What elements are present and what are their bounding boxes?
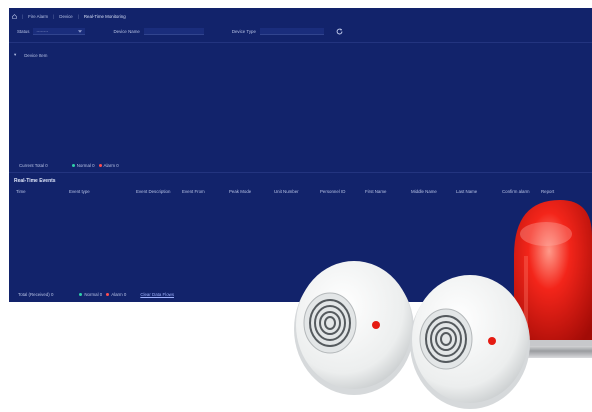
divider xyxy=(9,172,592,173)
normal-status-dot xyxy=(79,293,83,296)
device-panel-title: Device Item xyxy=(24,52,48,58)
device-panel-footer: Current Total 0 Normal 0 Alarm 0 xyxy=(19,163,119,168)
column-header-unit-number[interactable]: Unit Number xyxy=(274,189,299,194)
device-panel-header: ▾ Device Item xyxy=(14,52,47,58)
device-total-label: Current Total 0 xyxy=(19,163,48,168)
device-name-input[interactable] xyxy=(143,28,204,35)
column-header-report[interactable]: Report xyxy=(541,189,554,194)
status-label: Status xyxy=(17,29,30,34)
column-header-peak-mode[interactable]: Peak Mode xyxy=(229,189,251,194)
device-type-select[interactable] xyxy=(259,28,324,35)
breadcrumb-item-fire-alarm[interactable]: Fire Alarm xyxy=(28,14,48,19)
detector-led xyxy=(488,337,496,345)
breadcrumb: | Fire Alarm | Device | Real-Time Monito… xyxy=(12,12,126,21)
status-select[interactable]: -------- xyxy=(33,28,86,35)
filter-bar: Status -------- Device Name Device Type xyxy=(17,27,343,36)
column-header-last-name[interactable]: Last Name xyxy=(456,189,477,194)
refresh-icon[interactable] xyxy=(336,28,343,35)
column-header-event-type[interactable]: Event type xyxy=(69,189,90,194)
device-type-label: Device Type xyxy=(231,29,256,34)
column-header-personnel-id[interactable]: Personnel ID xyxy=(320,189,345,194)
column-header-confirm-alarm[interactable]: Confirm alarm xyxy=(502,189,530,194)
column-header-event-description[interactable]: Event Description xyxy=(136,189,170,194)
smoke-detector-illustration xyxy=(294,261,414,395)
device-normal-count: Normal 0 xyxy=(76,163,95,168)
breadcrumb-separator: | xyxy=(77,14,79,19)
device-alarm-count: Alarm 0 xyxy=(103,163,119,168)
breadcrumb-separator: | xyxy=(22,14,24,19)
column-header-middle-name[interactable]: Middle Name xyxy=(411,189,437,194)
collapse-icon[interactable]: ▾ xyxy=(14,52,16,58)
column-header-event-from[interactable]: Event From xyxy=(182,189,205,194)
home-icon[interactable] xyxy=(12,14,17,19)
clear-data-link[interactable]: Clear Data Flows xyxy=(140,292,174,297)
divider xyxy=(9,42,592,43)
smoke-detector-illustration xyxy=(410,275,530,409)
events-footer: Total (Received) 0 Normal 0 Alarm 0 Clea… xyxy=(18,292,174,297)
column-header-time[interactable]: Time xyxy=(16,189,26,194)
events-title: Real-Time Events xyxy=(14,178,56,184)
device-name-label: Device Name xyxy=(113,29,140,34)
breadcrumb-item-device[interactable]: Device xyxy=(59,14,72,19)
chevron-down-icon xyxy=(78,29,83,33)
column-header-first-name[interactable]: First Name xyxy=(365,189,386,194)
alarm-status-dot xyxy=(98,164,102,167)
detector-led xyxy=(372,321,380,329)
alarm-status-dot xyxy=(106,293,110,296)
events-alarm-count: Alarm 0 xyxy=(111,292,127,297)
stage: | Fire Alarm | Device | Real-Time Monito… xyxy=(0,0,592,412)
breadcrumb-separator: | xyxy=(53,14,55,19)
status-select-value: -------- xyxy=(36,28,49,34)
events-total-label: Total (Received) 0 xyxy=(18,292,54,297)
normal-status-dot xyxy=(71,164,75,167)
breadcrumb-item-current: Real-Time Monitoring xyxy=(83,14,126,19)
events-normal-count: Normal 0 xyxy=(84,292,103,297)
